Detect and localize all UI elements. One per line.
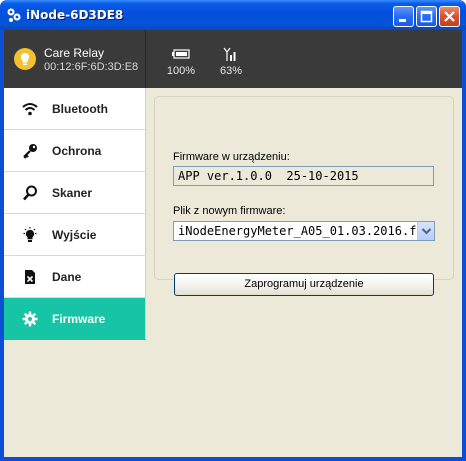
sidebar-item-skaner[interactable]: Skaner <box>4 172 146 214</box>
signal-level: 63% <box>219 65 243 77</box>
sidebar-item-label: Skaner <box>52 186 93 200</box>
key-icon <box>23 144 37 159</box>
gear-cluster-icon <box>7 8 21 22</box>
signal-status: 63% <box>211 46 251 77</box>
firmware-panel: Firmware w urządzeniu: APP ver.1.0.0 25-… <box>154 96 454 296</box>
minimize-button[interactable] <box>393 6 414 27</box>
antenna-signal-icon <box>223 47 236 61</box>
window-frame-bottom <box>0 457 466 461</box>
file-delete-icon <box>25 270 35 284</box>
battery-status: 100% <box>161 46 201 77</box>
device-header: Care Relay 00:12:6F:6D:3D:E8 100% 63% <box>4 30 462 88</box>
app-window: iNode-6D3DE8 Care Relay 00:12:6F:6D:3D:E… <box>0 0 466 461</box>
battery-level: 100% <box>166 65 196 77</box>
current-firmware-label: Firmware w urządzeniu: <box>173 151 290 163</box>
header-divider <box>145 30 146 88</box>
firmware-file-select[interactable]: iNodeEnergyMeter_A05_01.03.2016.fep <box>173 221 435 241</box>
sidebar-item-wyjscie[interactable]: Wyjście <box>4 214 146 256</box>
sidebar-item-label: Bluetooth <box>52 102 108 116</box>
minimize-icon <box>399 19 406 22</box>
sidebar-item-label: Wyjście <box>52 228 97 242</box>
firmware-file-label: Plik z nowym firmware: <box>173 205 286 217</box>
client-area: Care Relay 00:12:6F:6D:3D:E8 100% 63% Bl… <box>4 30 462 457</box>
sidebar-nav: Bluetooth Ochrona Skaner Wyjście Dane Fi… <box>4 88 146 342</box>
device-name: Care Relay <box>44 46 105 60</box>
sidebar-item-bluetooth[interactable]: Bluetooth <box>4 88 146 130</box>
close-button[interactable] <box>439 6 460 27</box>
wifi-icon <box>22 103 38 116</box>
current-firmware-field: APP ver.1.0.0 25-10-2015 <box>173 166 434 186</box>
title-bar[interactable]: iNode-6D3DE8 <box>0 0 466 30</box>
sidebar-item-label: Dane <box>52 270 82 284</box>
maximize-button[interactable] <box>416 6 437 27</box>
sidebar-item-dane[interactable]: Dane <box>4 256 146 298</box>
program-device-button[interactable]: Zaprogramuj urządzenie <box>174 273 434 296</box>
lightbulb-icon <box>14 48 36 70</box>
firmware-file-value: iNodeEnergyMeter_A05_01.03.2016.fep <box>178 224 431 238</box>
close-icon <box>444 11 455 22</box>
magnifier-icon <box>23 185 37 201</box>
sidebar-item-firmware[interactable]: Firmware <box>4 298 146 340</box>
maximize-icon <box>420 10 433 23</box>
window-title: iNode-6D3DE8 <box>26 8 124 22</box>
device-mac-address: 00:12:6F:6D:3D:E8 <box>44 61 139 73</box>
sidebar-item-ochrona[interactable]: Ochrona <box>4 130 146 172</box>
battery-icon <box>172 49 190 59</box>
chevron-down-icon <box>421 228 432 235</box>
bulb-output-icon <box>23 227 37 242</box>
sidebar-item-label: Ochrona <box>52 144 102 158</box>
sidebar-item-label: Firmware <box>52 312 106 326</box>
dropdown-arrow-button[interactable] <box>417 222 434 240</box>
gear-icon <box>22 311 38 327</box>
